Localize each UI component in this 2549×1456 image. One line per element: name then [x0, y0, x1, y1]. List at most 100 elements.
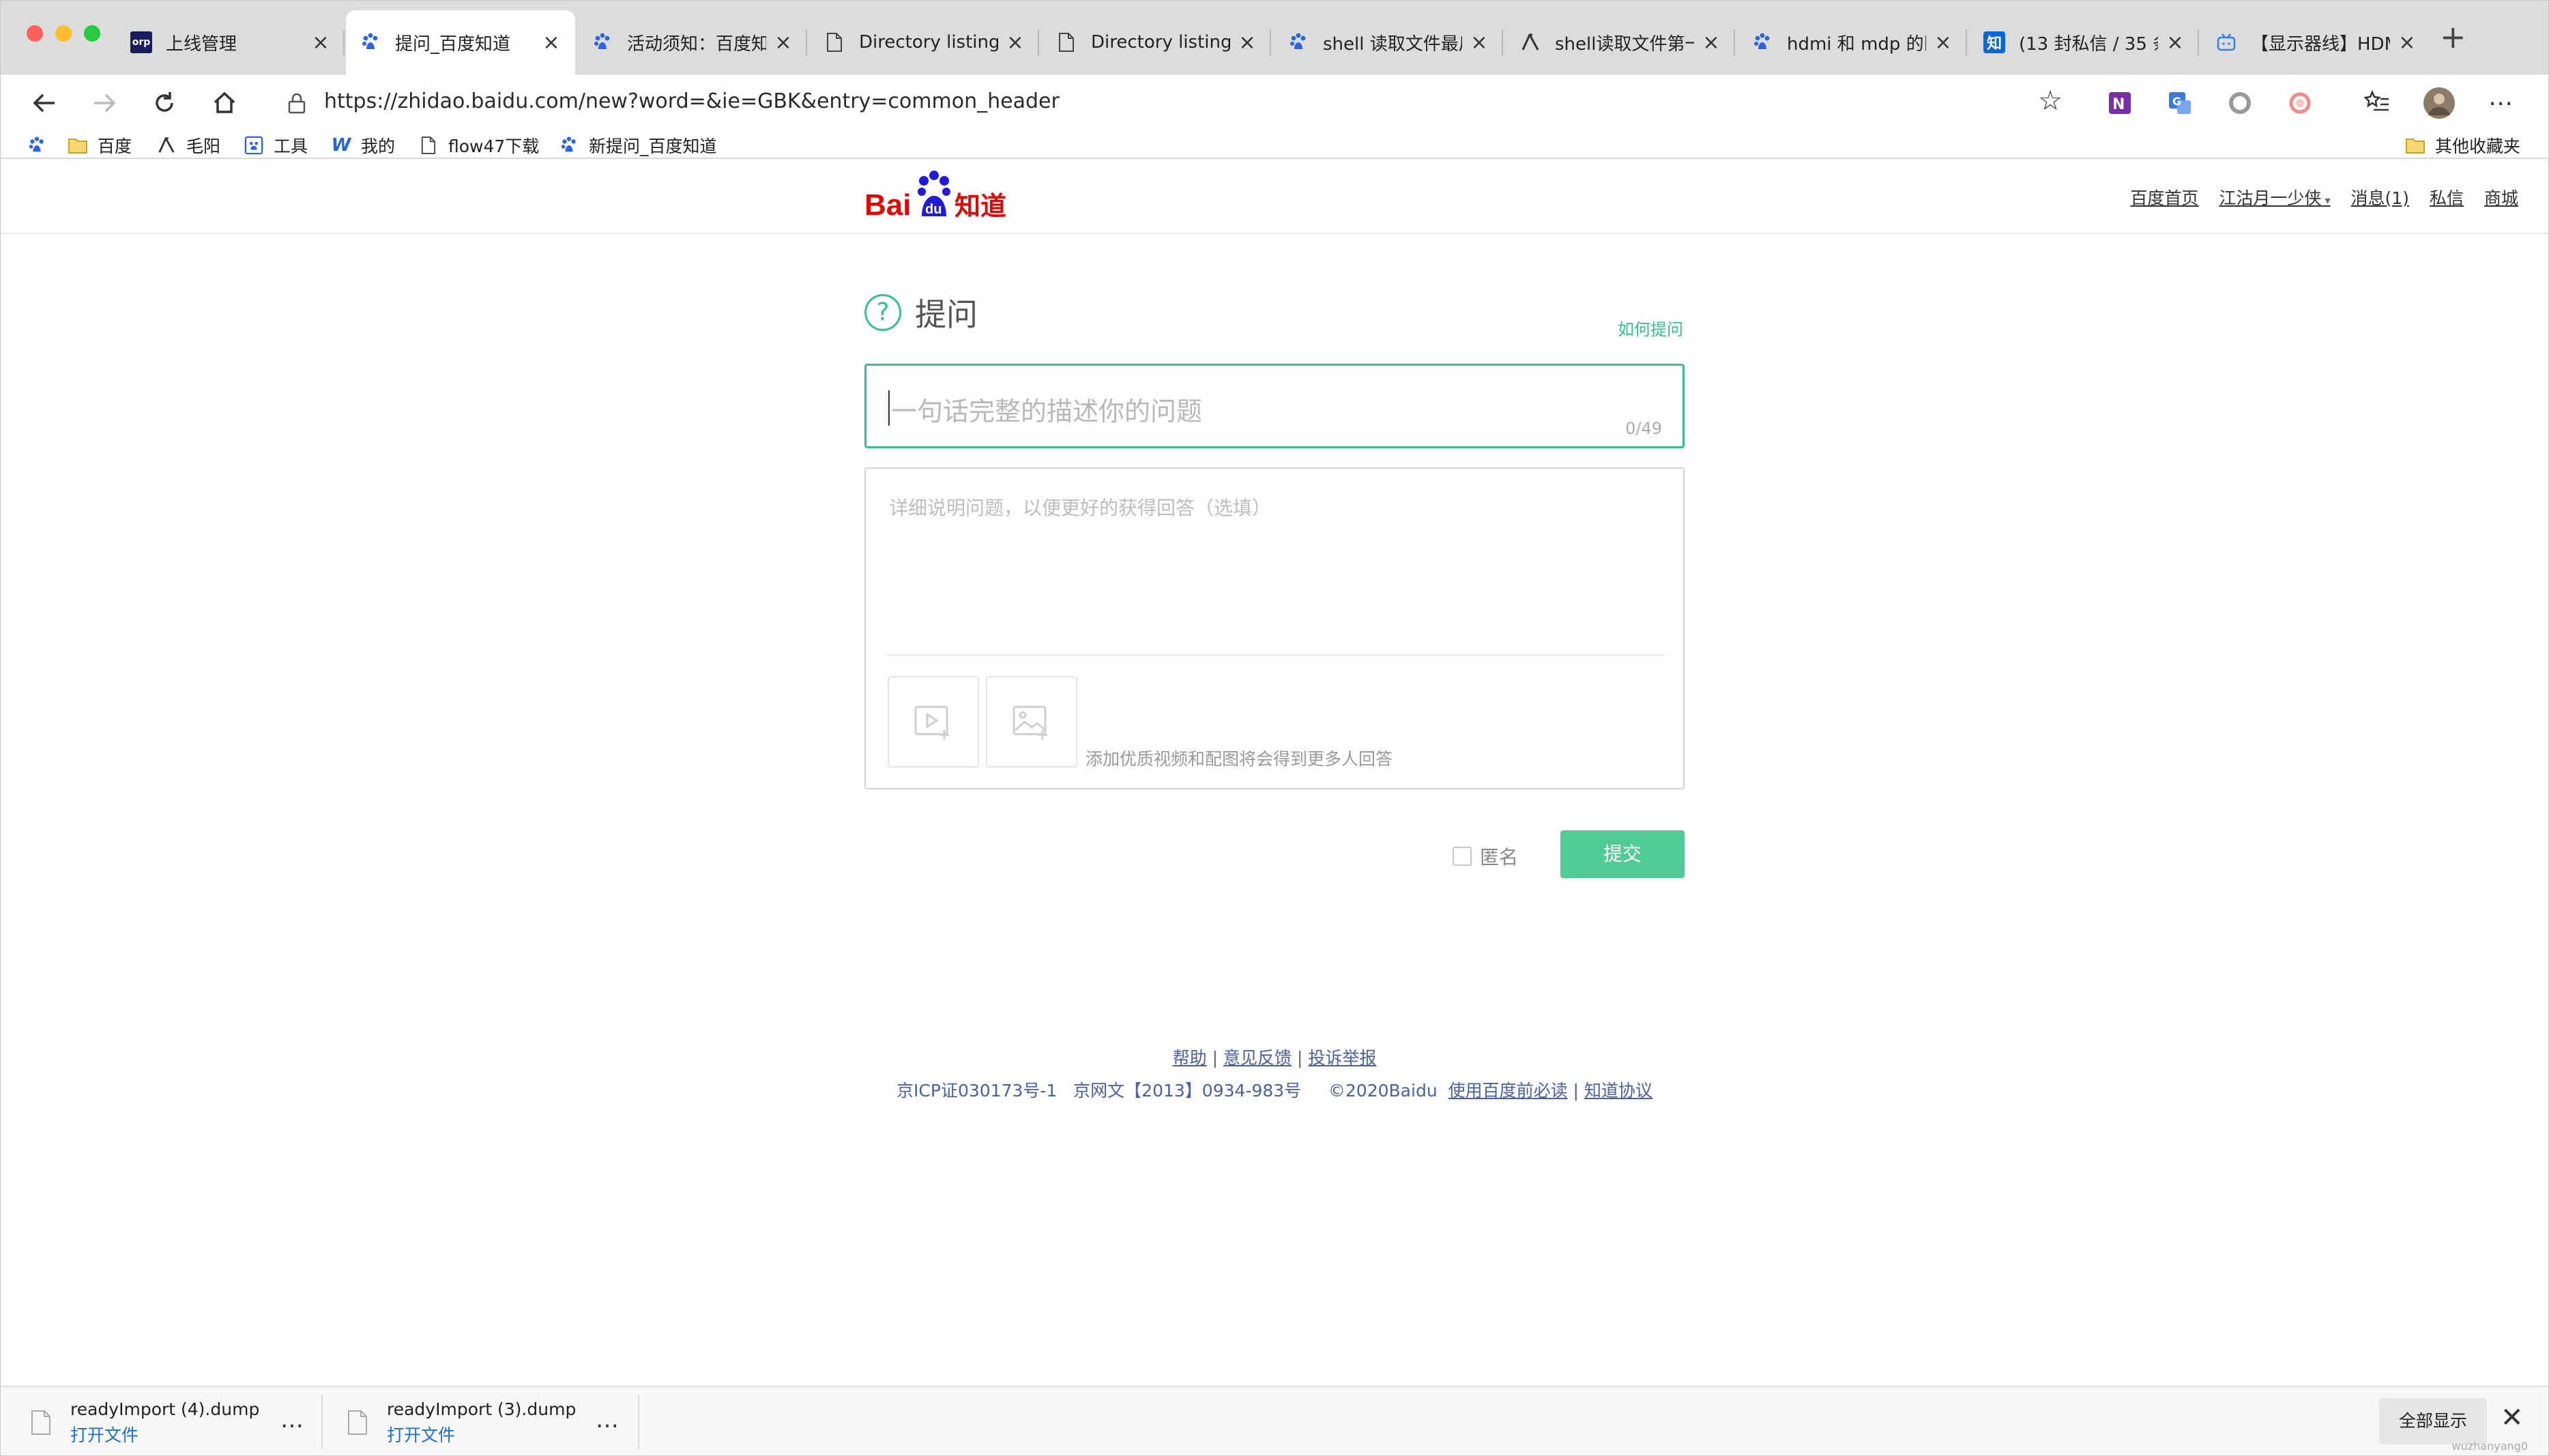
nav-messages[interactable]: 消息(1) [2351, 185, 2409, 209]
question-title-input[interactable]: 一句话完整的描述你的问题 0/49 [864, 364, 1685, 448]
maximize-window-button[interactable] [84, 25, 100, 42]
bookmark-new-question[interactable]: 新提问_百度知道 [559, 132, 717, 159]
close-tab-icon[interactable]: × [1237, 31, 1257, 55]
open-file-link[interactable]: 打开文件 [387, 1422, 576, 1446]
nav-user-menu[interactable]: 江沽月一少侠 ▾ [2219, 185, 2330, 209]
other-bookmarks-label: 其他收藏夹 [2435, 136, 2521, 156]
footer-report-link[interactable]: 投诉举报 [1308, 1048, 1376, 1068]
close-shelf-icon[interactable]: ✕ [2501, 1402, 2524, 1433]
tab-6[interactable]: shell读取文件第一 × [1506, 10, 1735, 74]
csdn-icon [156, 135, 177, 156]
address-bar[interactable]: https://zhidao.baidu.com/new?word=&ie=GB… [268, 81, 2076, 125]
tab-9[interactable]: 【显示器线】HDMI × [2202, 10, 2431, 74]
tab-4[interactable]: Directory listing fo × [1042, 10, 1271, 74]
tab-separator [1270, 29, 1271, 55]
close-tab-icon[interactable]: × [1701, 31, 1721, 55]
close-tab-icon[interactable]: × [2397, 31, 2417, 55]
baidu-paw-icon [559, 135, 579, 156]
bookmark-baidu-paw[interactable] [27, 132, 57, 159]
bookmark-flow47[interactable]: flow47下载 [418, 132, 539, 159]
download-item[interactable]: readyImport (3).dump 打开文件 … [347, 1387, 634, 1455]
forward-button[interactable] [85, 84, 123, 122]
close-tab-icon[interactable]: × [2165, 31, 2185, 55]
bookmark-folder-baidu[interactable]: 百度 [68, 132, 132, 159]
footer-terms-link[interactable]: 使用百度前必读 [1448, 1081, 1568, 1101]
tab-2[interactable]: 活动须知：百度知道 × [578, 10, 807, 74]
nav-mall[interactable]: 商城 [2484, 185, 2518, 209]
tab-8[interactable]: 知 (13 封私信 / 35 条 × [1970, 10, 2199, 74]
tab-3[interactable]: Directory listing fo × [810, 10, 1039, 74]
download-more-icon[interactable]: … [280, 1406, 304, 1433]
logo-bai-text: Bai [864, 188, 911, 222]
icp-text: 京ICP证030173号-1 [897, 1081, 1058, 1101]
nav-baidu-home[interactable]: 百度首页 [2130, 185, 2198, 209]
anonymous-checkbox[interactable] [1453, 847, 1472, 866]
tab-1-active[interactable]: 提问_百度知道 × [346, 10, 575, 74]
bookmark-tools[interactable]: 工具 [244, 132, 308, 159]
char-counter: 0/49 [1625, 419, 1662, 438]
folder-icon [2405, 135, 2426, 156]
close-tab-icon[interactable]: × [1933, 31, 1953, 55]
show-all-downloads-button[interactable]: 全部显示 [2379, 1398, 2487, 1444]
back-arrow-icon [33, 93, 55, 113]
tab-title: 上线管理 [166, 33, 237, 55]
record-extension-icon[interactable] [2284, 87, 2316, 119]
home-button[interactable] [205, 84, 244, 122]
onenote-extension-icon[interactable]: N [2103, 87, 2136, 119]
close-tab-icon[interactable]: × [1005, 31, 1025, 55]
logo-zhidao-text: 知道 [955, 191, 1006, 221]
new-tab-button[interactable]: + [2440, 18, 2466, 55]
how-to-ask-link[interactable]: 如何提问 [1618, 316, 1683, 340]
tab-separator [343, 29, 345, 55]
footer-separator: | [1296, 1048, 1303, 1068]
anonymous-option[interactable]: 匿名 [1453, 843, 1518, 870]
tab-title: Directory listing fo [1091, 32, 1230, 53]
close-tab-icon[interactable]: × [541, 31, 562, 55]
back-button[interactable] [25, 84, 63, 122]
baidu-zhidao-logo[interactable]: Bai du 知道 [864, 167, 1015, 229]
more-menu-icon[interactable]: ⋯ [2484, 87, 2517, 119]
open-file-link[interactable]: 打开文件 [70, 1422, 259, 1446]
close-tab-icon[interactable]: × [310, 31, 331, 55]
browser-window: orp 上线管理 × 提问_百度知道 × 活动须知：百度知道 × Directo… [0, 0, 2549, 1456]
favorite-star-icon[interactable]: ☆ [2038, 85, 2063, 117]
close-tab-icon[interactable]: × [1469, 31, 1489, 55]
footer-agreement-link[interactable]: 知道协议 [1584, 1081, 1652, 1101]
tab-5[interactable]: shell 读取文件最后 × [1274, 10, 1503, 74]
divider [888, 654, 1665, 656]
download-separator [638, 1395, 639, 1450]
close-tab-icon[interactable]: × [773, 31, 793, 55]
tab-title: 【显示器线】HDMI [2251, 33, 2390, 55]
bookmark-maoyang[interactable]: 毛阳 [156, 132, 220, 159]
add-video-button[interactable] [888, 676, 979, 768]
favorites-list-icon[interactable] [2361, 87, 2394, 119]
add-image-button[interactable] [986, 676, 1077, 768]
profile-avatar[interactable] [2423, 87, 2456, 119]
translate-extension-icon[interactable]: G [2164, 87, 2196, 119]
tab-7[interactable]: hdmi 和 mdp 的区 × [1738, 10, 1967, 74]
download-item[interactable]: readyImport (4).dump 打开文件 … [31, 1387, 317, 1455]
tab-separator [806, 29, 807, 55]
question-description-textarea[interactable]: 详细说明问题，以便更好的获得回答（选填） 添加优质视频和配图将会得到更多人回答 [864, 467, 1685, 789]
csdn-icon [1519, 31, 1541, 53]
tab-0[interactable]: orp 上线管理 × [117, 10, 345, 74]
url-text[interactable]: https://zhidao.baidu.com/new?word=&ie=GB… [324, 89, 1060, 113]
lock-icon[interactable] [285, 91, 309, 115]
footer-separator: | [1212, 1048, 1219, 1068]
download-shelf: readyImport (4).dump 打开文件 … readyImport … [1, 1386, 2548, 1455]
circle-extension-icon[interactable] [2224, 87, 2256, 119]
reload-button[interactable] [145, 84, 184, 122]
close-window-button[interactable] [27, 25, 43, 42]
file-icon [31, 1410, 50, 1435]
minimize-window-button[interactable] [55, 25, 72, 42]
footer-feedback-link[interactable]: 意见反馈 [1223, 1048, 1292, 1068]
anonymous-label: 匿名 [1480, 846, 1519, 869]
download-more-icon[interactable]: … [596, 1406, 619, 1433]
submit-button[interactable]: 提交 [1560, 830, 1685, 878]
other-bookmarks-folder[interactable]: 其他收藏夹 [2405, 132, 2520, 159]
nav-private-messages[interactable]: 私信 [2430, 185, 2464, 209]
footer-help-link[interactable]: 帮助 [1173, 1048, 1207, 1068]
page-icon [824, 31, 845, 53]
bookmark-mine[interactable]: W 我的 [331, 132, 395, 159]
footer-legal: 京ICP证030173号-1 京网文【2013】0934-983号 ©2020B… [1, 1077, 2548, 1102]
